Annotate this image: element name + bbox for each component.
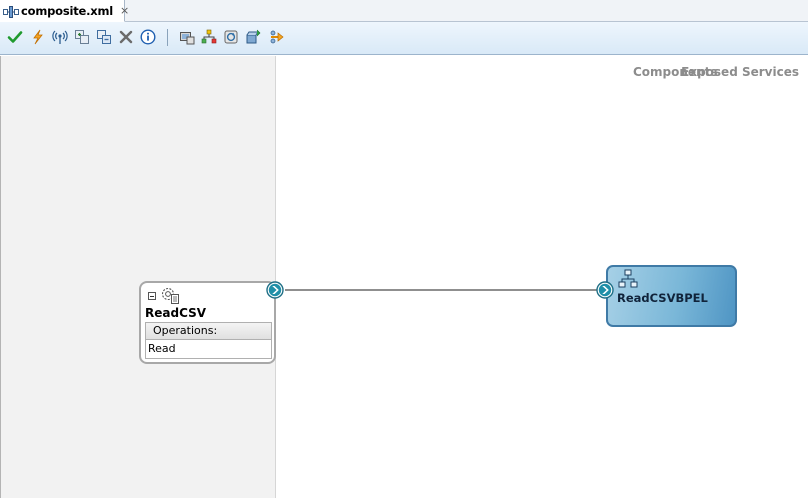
validate-button[interactable]	[6, 28, 24, 46]
export-icon	[246, 29, 261, 44]
add-component-button[interactable]	[73, 28, 91, 46]
x-icon	[119, 30, 133, 44]
service-name: ReadCSV	[145, 306, 207, 320]
chevron-right-icon	[596, 281, 614, 299]
test-button[interactable]	[29, 28, 47, 46]
checkmark-icon	[7, 31, 23, 43]
deploy-icon	[180, 32, 195, 45]
bpel-process-icon	[618, 269, 638, 293]
signal-button[interactable]	[51, 28, 69, 46]
composite-editor: composite.xml × Exposed Services Compone…	[0, 0, 808, 498]
component-readcsvbpel[interactable]: ReadCSVBPEL	[606, 265, 737, 327]
tab-composite-xml[interactable]: composite.xml ×	[0, 0, 129, 22]
component-port[interactable]	[596, 281, 614, 299]
wire-icon	[270, 30, 284, 44]
lightning-icon	[33, 29, 43, 45]
tab-label: composite.xml	[21, 3, 114, 18]
remove-component-button[interactable]	[95, 28, 113, 46]
delete-button[interactable]	[117, 28, 135, 46]
tab-close-button[interactable]: ×	[120, 4, 129, 17]
remove-component-icon	[97, 30, 111, 44]
export-button[interactable]	[244, 28, 262, 46]
editor-tab-strip: composite.xml ×	[0, 0, 808, 22]
info-button[interactable]	[139, 28, 157, 46]
add-component-icon	[75, 30, 89, 44]
refresh-button[interactable]	[222, 28, 240, 46]
composite-icon	[3, 4, 20, 18]
chevron-right-icon	[266, 281, 284, 299]
collapse-icon[interactable]	[148, 292, 156, 300]
operations-header: Operations:	[145, 322, 272, 339]
service-port[interactable]	[266, 281, 284, 299]
broadcast-icon	[52, 30, 68, 44]
service-readcsv[interactable]: ReadCSV Operations: Read	[139, 281, 276, 364]
info-icon	[140, 29, 156, 45]
component-name: ReadCSVBPEL	[617, 291, 708, 305]
composite-canvas[interactable]: Exposed Services Components ReadCSV Oper…	[0, 56, 808, 498]
deploy-button[interactable]	[178, 28, 196, 46]
refresh-icon	[224, 30, 238, 44]
composite-toolbar	[0, 22, 808, 55]
toolbar-separator	[167, 29, 168, 46]
layout-button[interactable]	[200, 28, 218, 46]
wire-button[interactable]	[267, 28, 285, 46]
operation-item[interactable]: Read	[145, 339, 272, 359]
layout-icon	[201, 29, 217, 44]
